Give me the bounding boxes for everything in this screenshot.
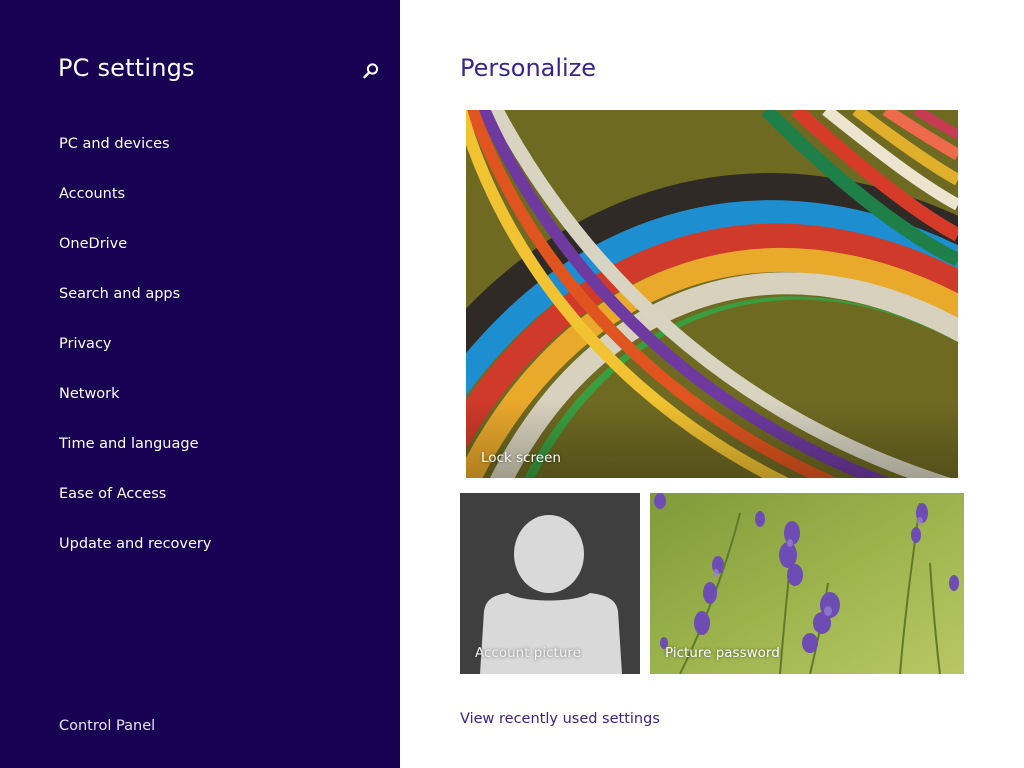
- search-button[interactable]: [360, 60, 382, 82]
- control-panel-link[interactable]: Control Panel: [59, 718, 155, 734]
- view-recent-settings-link[interactable]: View recently used settings: [460, 711, 660, 727]
- lock-screen-tile[interactable]: Lock screen: [466, 110, 958, 478]
- picture-password-tile[interactable]: Picture password: [650, 493, 964, 674]
- picture-password-label: Picture password: [665, 645, 780, 661]
- nav-item-accounts[interactable]: Accounts: [59, 186, 125, 202]
- page-title: Personalize: [460, 54, 597, 82]
- sidebar: PC settings PC and devices Accounts OneD…: [0, 0, 400, 768]
- main-content: Personalize Lock screen Account picture …: [400, 0, 1024, 768]
- nav-item-search-and-apps[interactable]: Search and apps: [59, 286, 180, 302]
- account-picture-label: Account picture: [475, 645, 581, 661]
- lock-screen-image: [466, 110, 958, 478]
- nav-item-time-and-language[interactable]: Time and language: [59, 436, 199, 452]
- nav-item-pc-and-devices[interactable]: PC and devices: [59, 136, 170, 152]
- nav-item-update-and-recovery[interactable]: Update and recovery: [59, 536, 211, 552]
- nav-item-ease-of-access[interactable]: Ease of Access: [59, 486, 166, 502]
- nav-item-onedrive[interactable]: OneDrive: [59, 236, 127, 252]
- account-picture-tile[interactable]: Account picture: [460, 493, 640, 674]
- search-icon: [363, 63, 379, 79]
- lock-screen-label: Lock screen: [481, 450, 561, 466]
- nav-item-privacy[interactable]: Privacy: [59, 336, 112, 352]
- app-title: PC settings: [58, 54, 195, 82]
- nav-item-network[interactable]: Network: [59, 386, 120, 402]
